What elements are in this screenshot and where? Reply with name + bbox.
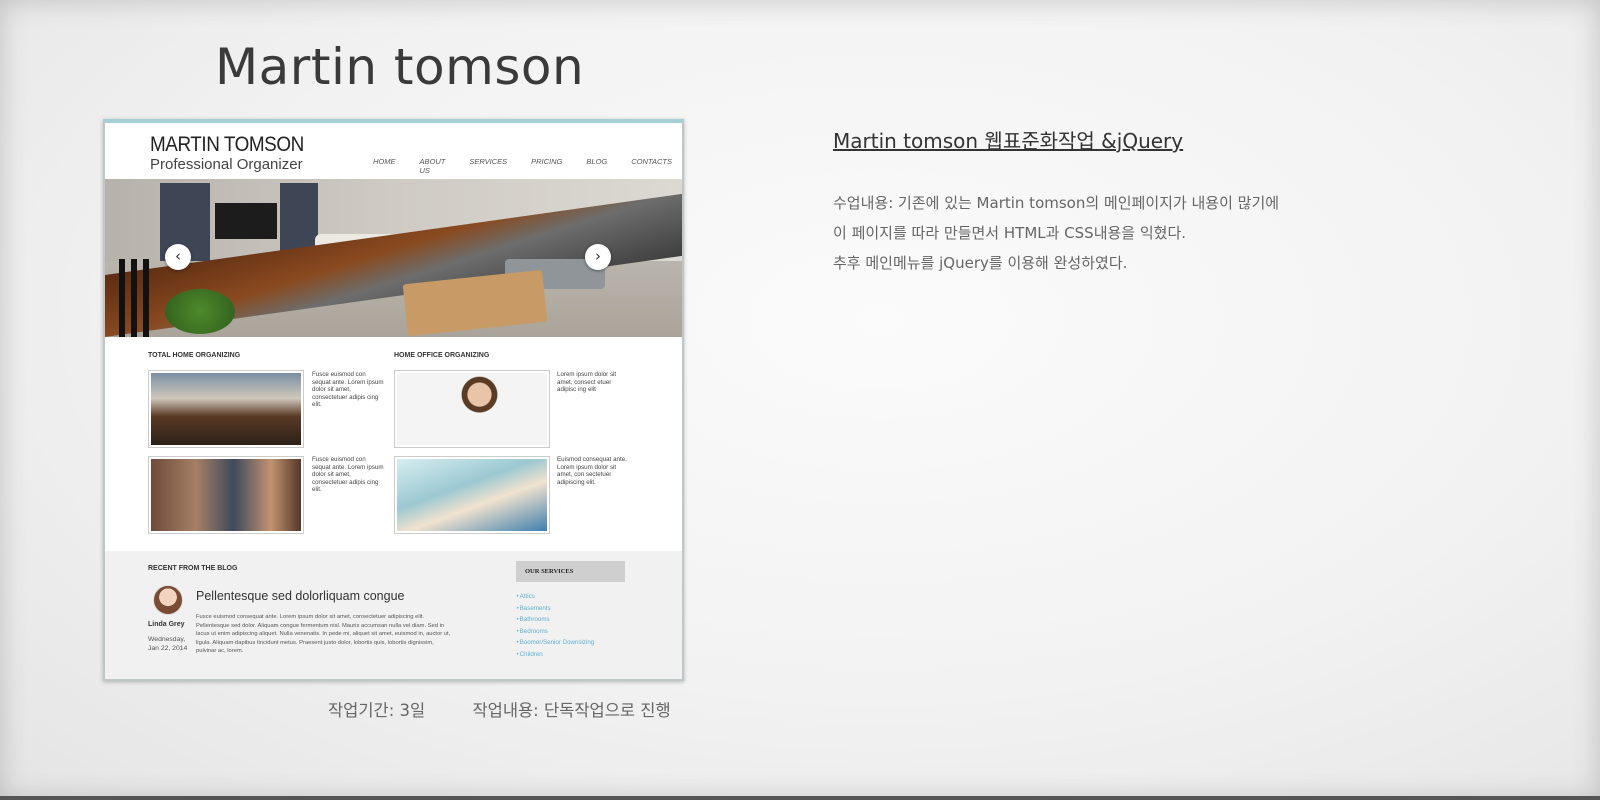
service-item: ‣Bathrooms [516, 616, 550, 623]
description-line: 수업내용: 기존에 있는 Martin tomson의 메인페이지가 내용이 많… [833, 194, 1280, 212]
nav-home: HOME [373, 157, 396, 166]
project-description: 수업내용: 기존에 있는 Martin tomson의 메인페이지가 내용이 많… [833, 188, 1393, 278]
thumb-kitchen [148, 370, 304, 448]
item-desc: Fusce euismod con sequat ante. Lorem ips… [312, 371, 384, 408]
service-item: ‣Attics [516, 593, 535, 600]
nav-about-us: ABOUT US [419, 157, 446, 175]
project-meta: 작업기간: 3일 작업내용: 단독작업으로 진행 [328, 697, 713, 721]
hero-knives [119, 259, 164, 337]
work-type: 작업내용: 단독작업으로 진행 [472, 701, 671, 720]
hero-tv [215, 203, 277, 239]
hero-slider: ‹ › [105, 179, 682, 337]
author-avatar [153, 585, 183, 615]
site-logo-name: MARTIN TOMSON [150, 133, 304, 156]
bottom-edge [0, 796, 1600, 800]
author-name: Linda Grey [148, 621, 185, 628]
work-period: 작업기간: 3일 [328, 701, 426, 720]
project-heading-link[interactable]: Martin tomson 웹표준화작업 &jQuery [833, 125, 1183, 154]
nav-services: SERVICES [469, 157, 508, 166]
service-item: ‣Boomer/Senior Downsizing [516, 639, 595, 646]
post-date: Wednesday, Jan 22, 2014 [148, 636, 188, 652]
services-list: ‣Attics ‣Basements ‣Bathrooms ‣Bedrooms … [516, 591, 594, 660]
description-line: 이 페이지를 따라 만들면서 HTML과 CSS내용을 익혔다. [833, 224, 1187, 242]
thumb-family [148, 456, 304, 534]
item-desc: Fusce euismod con sequat ante. Lorem ips… [312, 456, 384, 493]
post-heading: Pellentesque sed dolorliquam congue [196, 589, 405, 603]
post-body: Fusce euismod consequat ante. Lorem ipsu… [196, 614, 451, 655]
section-title-home: TOTAL HOME ORGANIZING [148, 352, 241, 359]
nav-contacts: CONTACTS [631, 157, 672, 166]
hero-plant [165, 289, 235, 334]
site-nav: HOME ABOUT US SERVICES PRICING BLOG CONT… [373, 157, 682, 175]
thumb-mother-child [394, 456, 550, 534]
site-logo-tagline: Professional Organizer [150, 156, 303, 173]
item-desc: Euismod consequat ante. Lorem ipsum dolo… [557, 456, 627, 486]
service-item: ‣Basements [516, 604, 551, 612]
chevron-left-icon: ‹ [165, 244, 191, 270]
chevron-right-icon: › [585, 244, 611, 270]
website-screenshot: MARTIN TOMSON Professional Organizer HOM… [103, 119, 684, 681]
services-header: OUR SERVICES [516, 561, 625, 582]
section-title-office: HOME OFFICE ORGANIZING [394, 352, 490, 359]
nav-blog: BLOG [586, 157, 608, 166]
services-title: OUR SERVICES [525, 568, 574, 575]
service-item: ‣Bedrooms [516, 627, 548, 635]
nav-pricing: PRICING [531, 157, 563, 166]
site-footer: RECENT FROM THE BLOG Pellentesque sed do… [105, 551, 682, 679]
blog-title: RECENT FROM THE BLOG [148, 565, 238, 572]
service-item: ‣Children [516, 650, 543, 658]
page-title: Martin tomson [215, 38, 585, 96]
thumb-man-office [394, 370, 550, 448]
item-desc: Lorem ipsum dolor sit amet, consect etue… [557, 371, 617, 393]
description-line: 추후 메인메뉴를 jQuery를 이용해 완성하였다. [833, 254, 1128, 272]
site-header: MARTIN TOMSON Professional Organizer HOM… [105, 123, 682, 179]
